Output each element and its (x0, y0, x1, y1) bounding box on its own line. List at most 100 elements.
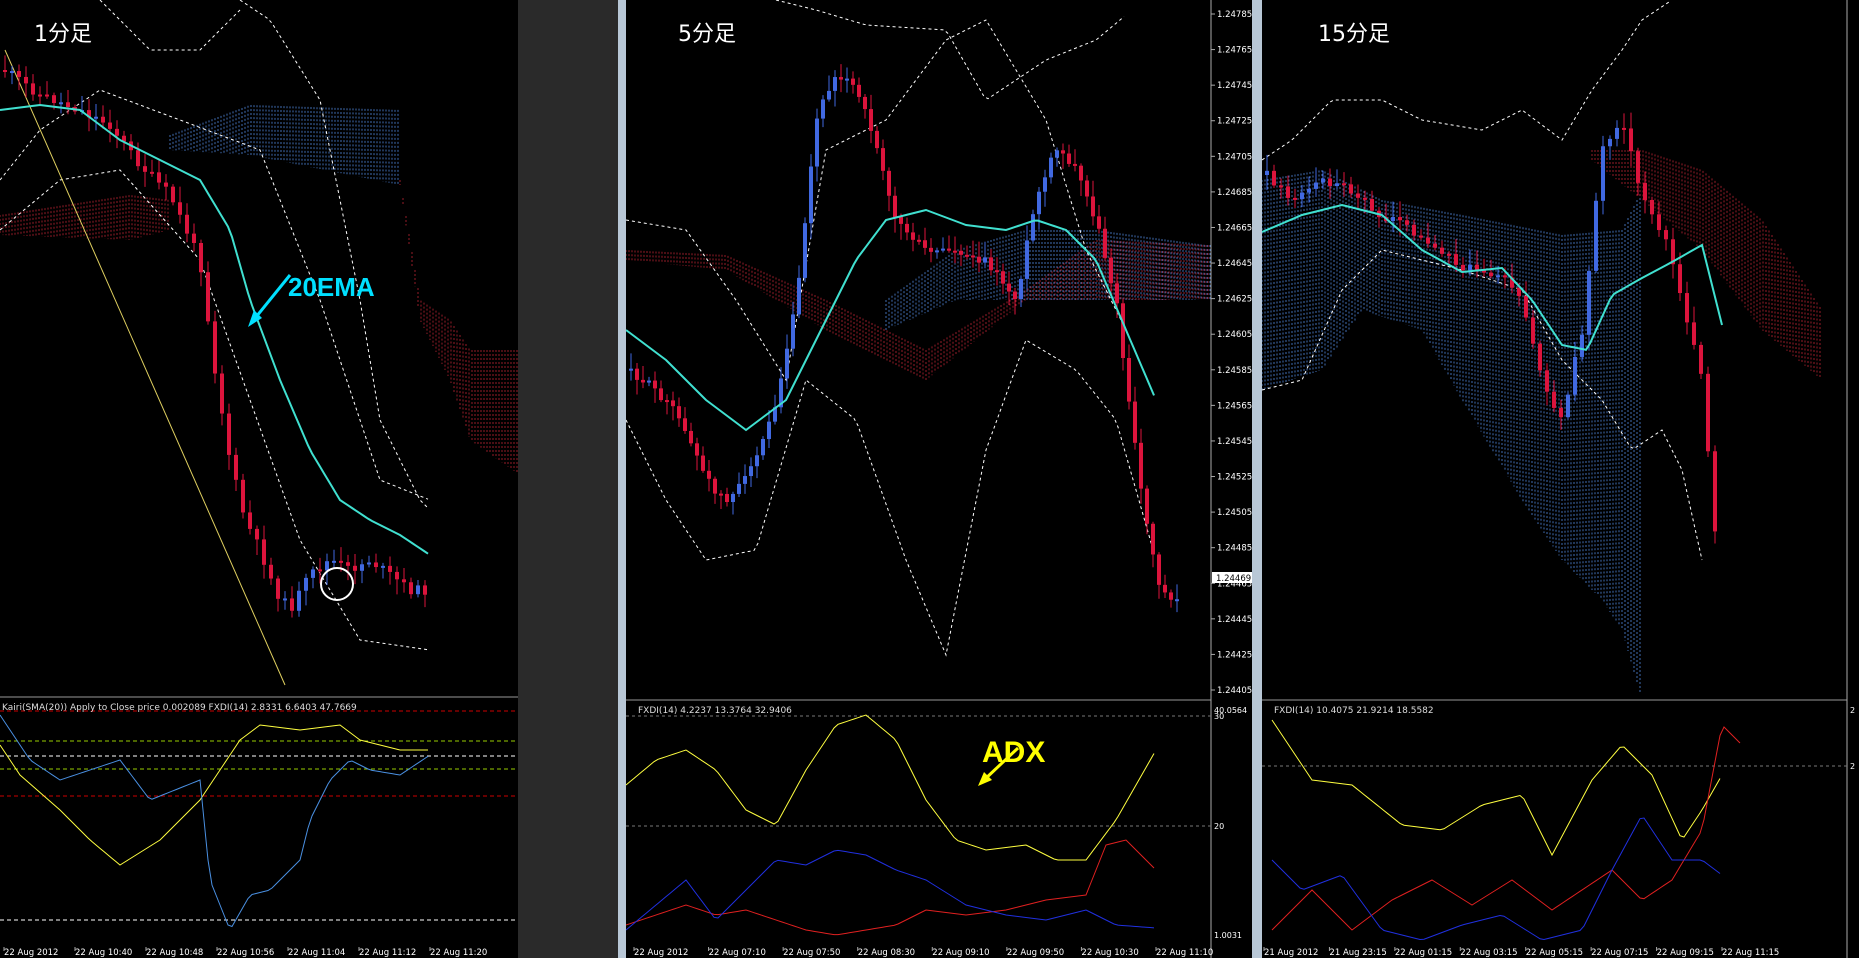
chart-pane-15min[interactable]: 2 2 21 Aug 2012 21 Aug 23:15 22 Aug 01:15 22 … (1262, 0, 1859, 958)
candle (983, 257, 987, 263)
candle (647, 380, 651, 383)
time-label: 22 Aug 09:50 (1007, 948, 1064, 958)
candle (38, 94, 42, 97)
candle (367, 562, 371, 565)
candle (227, 413, 231, 455)
time-label: 22 Aug 10:40 (75, 948, 132, 958)
candle (1636, 151, 1640, 183)
candle (1163, 584, 1167, 593)
candle (1580, 334, 1584, 357)
candle (1272, 170, 1276, 186)
time-label: 22 Aug 07:15 (1591, 948, 1648, 958)
candle (875, 130, 879, 149)
indicator-title: Kairi(SMA(20)) Apply to Close price 0.00… (2, 703, 357, 713)
indicator-label: 20 (1214, 822, 1224, 831)
price-label: 1.24425 (1217, 650, 1252, 660)
price-label: 1.24585 (1217, 366, 1252, 376)
candle (1103, 228, 1107, 258)
candle (1426, 237, 1430, 244)
candle (346, 562, 350, 566)
candle (262, 539, 266, 565)
candle (1524, 296, 1528, 318)
candle (1433, 243, 1437, 248)
candle (1127, 358, 1131, 402)
candle (1699, 344, 1703, 374)
candle (318, 569, 322, 572)
candle (1412, 224, 1416, 236)
candle (1552, 391, 1556, 408)
candle (3, 70, 7, 72)
candle (641, 379, 645, 383)
candle (887, 170, 891, 196)
chart-pane-1min[interactable]: 1.247351.247151.246951.246751.246551.246… (0, 0, 518, 958)
candle (290, 598, 294, 611)
chart-5min: 1.24785 1.24765 1.24745 1.24725 1.24705 1.246… (626, 0, 1252, 958)
candle (283, 598, 287, 601)
candle (1300, 192, 1304, 200)
background (1262, 0, 1859, 958)
pane-separator[interactable] (1252, 0, 1262, 958)
candle (115, 128, 119, 136)
indicator-label: 1.0031 (1214, 931, 1242, 940)
candle (1489, 272, 1493, 277)
time-label: 21 Aug 2012 (1264, 948, 1318, 958)
candle (1328, 178, 1332, 187)
candle (1601, 146, 1605, 201)
indicator-label: 2 (1850, 762, 1855, 771)
candle (206, 272, 210, 322)
candle (1145, 488, 1149, 524)
candle (1157, 554, 1161, 585)
chart-pane-5min[interactable]: 1.24785 1.24765 1.24745 1.24725 1.24705 1.246… (626, 0, 1252, 958)
pane-separator[interactable] (618, 0, 626, 958)
candle (1321, 178, 1325, 183)
candle (857, 84, 861, 97)
candle (695, 443, 699, 456)
candle (1391, 217, 1395, 222)
time-label: 22 Aug 07:10 (709, 948, 766, 958)
candle (1279, 185, 1283, 188)
candle (959, 250, 963, 255)
candle (1678, 264, 1682, 294)
candle (171, 186, 175, 203)
candle (164, 182, 168, 187)
candle (1001, 271, 1005, 284)
candle (255, 528, 259, 540)
price-label: 1.24785 (1217, 10, 1252, 20)
candle (381, 565, 385, 568)
annotation-adx: ADX (982, 736, 1046, 769)
candle (1115, 283, 1119, 304)
candle (108, 122, 112, 129)
candle (1109, 257, 1113, 284)
candle (1629, 128, 1633, 152)
candle (1043, 177, 1047, 192)
background (626, 0, 1252, 958)
candle (809, 166, 813, 224)
candle (101, 116, 105, 123)
candle (725, 493, 729, 503)
candle (1587, 270, 1591, 335)
candle (977, 256, 981, 263)
candle (1664, 230, 1668, 240)
time-label: 22 Aug 2012 (634, 948, 688, 958)
candle (869, 109, 873, 131)
price-label: 1.24525 (1217, 473, 1252, 483)
candle (821, 99, 825, 119)
panel-title: 5分足 (678, 22, 736, 47)
indicator-title: FXDI(14) 4.2237 13.3764 32.9406 (638, 706, 792, 716)
candle (241, 479, 245, 513)
candle (199, 243, 203, 273)
candle (947, 248, 951, 251)
candle (659, 388, 663, 401)
candle (1013, 291, 1017, 300)
candle (1573, 356, 1577, 395)
candle (653, 380, 657, 389)
candle (360, 564, 364, 571)
candle (1085, 180, 1089, 197)
candle (791, 314, 795, 349)
candle (1031, 214, 1035, 241)
candle (851, 78, 855, 85)
time-label: 22 Aug 09:10 (932, 948, 989, 958)
candle (1713, 451, 1717, 532)
candle (185, 214, 189, 234)
candle (94, 116, 98, 119)
